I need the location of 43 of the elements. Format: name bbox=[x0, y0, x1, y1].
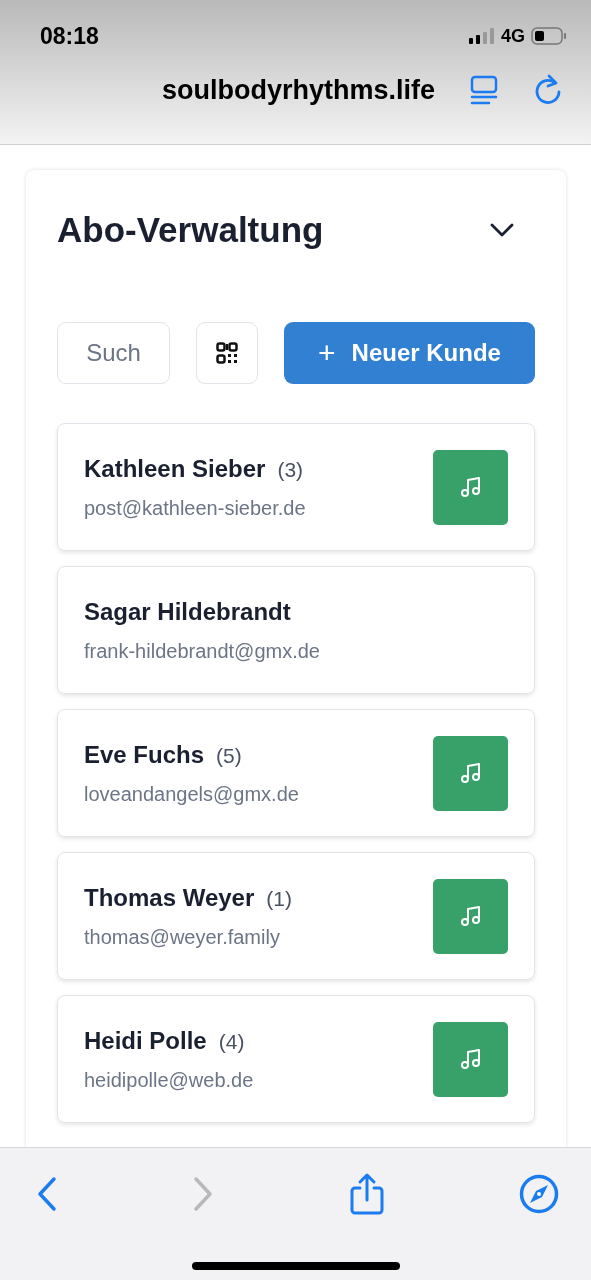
customer-name: Thomas Weyer bbox=[84, 883, 255, 912]
music-note-icon bbox=[458, 904, 483, 928]
music-button[interactable] bbox=[433, 735, 508, 811]
qr-code-icon bbox=[216, 342, 238, 364]
customer-email: loveandangels@gmx.de bbox=[84, 782, 299, 806]
customer-card[interactable]: Kathleen Sieber (3) post@kathleen-sieber.de bbox=[57, 423, 535, 551]
new-customer-button[interactable]: + Neuer Kunde bbox=[284, 322, 535, 384]
music-note-icon bbox=[458, 1047, 483, 1071]
share-icon[interactable] bbox=[348, 1172, 385, 1216]
customer-email: heidipolle@web.de bbox=[84, 1068, 254, 1092]
customer-card[interactable]: Sagar Hildebrandt frank-hildebrandt@gmx.de bbox=[57, 566, 535, 694]
music-note-icon bbox=[458, 761, 483, 785]
subscription-count: (5) bbox=[216, 743, 242, 768]
subscription-count: (4) bbox=[218, 1029, 245, 1054]
customer-card[interactable]: Thomas Weyer (1) thomas@weyer.family bbox=[57, 852, 535, 980]
music-note-icon bbox=[458, 475, 483, 499]
customer-name: Kathleen Sieber bbox=[84, 454, 266, 483]
url-text[interactable]: soulbodyrhythms.life bbox=[161, 74, 435, 106]
panel-title: Abo-Verwaltung bbox=[57, 210, 324, 250]
customer-card[interactable]: Heidi Polle (4) heidipolle@web.de bbox=[57, 995, 535, 1123]
customer-name: Heidi Polle bbox=[84, 1026, 207, 1055]
customer-email: frank-hildebrandt@gmx.de bbox=[84, 639, 320, 663]
customer-card[interactable]: Eve Fuchs (5) loveandangels@gmx.de bbox=[57, 709, 535, 837]
music-button[interactable] bbox=[433, 878, 508, 954]
compass-icon[interactable] bbox=[519, 1174, 559, 1214]
signal-icon bbox=[469, 28, 495, 44]
status-time: 08:18 bbox=[40, 22, 99, 50]
customer-name: Eve Fuchs bbox=[84, 740, 205, 769]
reader-icon[interactable] bbox=[469, 75, 499, 105]
search-field[interactable]: Such bbox=[57, 322, 170, 384]
customer-email: thomas@weyer.family bbox=[84, 925, 281, 949]
battery-icon bbox=[531, 27, 567, 45]
qr-button[interactable] bbox=[196, 322, 258, 384]
customer-name: Sagar Hildebrandt bbox=[84, 597, 291, 626]
reload-icon[interactable] bbox=[533, 74, 563, 106]
subscription-count: (3) bbox=[277, 457, 304, 482]
subscription-count: (1) bbox=[266, 886, 292, 911]
customer-email: post@kathleen-sieber.de bbox=[84, 496, 306, 520]
music-button[interactable] bbox=[433, 449, 508, 525]
chevron-icon[interactable] bbox=[489, 222, 515, 238]
network-label: 4G bbox=[501, 25, 525, 47]
music-button[interactable] bbox=[433, 1021, 508, 1097]
back-icon[interactable] bbox=[36, 1176, 58, 1212]
